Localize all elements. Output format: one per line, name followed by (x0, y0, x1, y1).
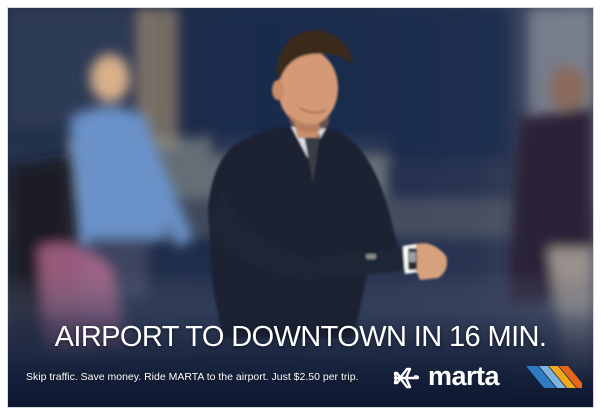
advertisement: AIRPORT TO DOWNTOWN IN 16 MIN. Skip traf… (8, 8, 593, 407)
tagline: Skip traffic. Save money. Ride MARTA to … (26, 371, 359, 383)
marta-stripes-logo-icon (526, 366, 582, 388)
airplane-icon (393, 367, 419, 389)
brand-wordmark: marta (428, 361, 500, 391)
headline: AIRPORT TO DOWNTOWN IN 16 MIN. (54, 321, 547, 353)
marta-logo: marta (428, 361, 588, 392)
